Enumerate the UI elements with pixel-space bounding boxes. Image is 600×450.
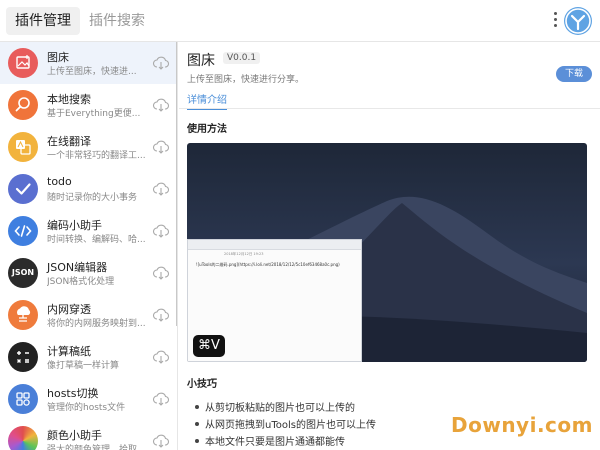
plugin-item-json-editor[interactable]: JSON JSON编辑器 JSON格式化处理	[0, 252, 177, 294]
translate-icon	[8, 132, 38, 162]
cloud-download-icon[interactable]	[152, 306, 170, 324]
tab-plugin-management[interactable]: 插件管理	[6, 7, 80, 35]
plugin-item-todo[interactable]: todo 随时记录你的大小事务	[0, 168, 177, 210]
plugin-title: 编码小助手	[47, 219, 102, 232]
paste-shortcut-badge: ⌘V	[193, 335, 225, 357]
watermark: Downyi.com	[451, 413, 593, 437]
app-logo-icon[interactable]	[564, 7, 592, 35]
plugin-subtitle: 随时记录你的大小事务	[47, 193, 138, 203]
plugin-title: 在线翻译	[47, 135, 91, 148]
sidebar-scrollbar[interactable]	[176, 42, 177, 326]
usage-heading: 使用方法	[187, 124, 227, 135]
plugin-title: JSON编辑器	[47, 261, 108, 274]
cloud-download-icon[interactable]	[152, 96, 170, 114]
plugin-title: 本地搜索	[47, 93, 91, 106]
plugin-item-image-host[interactable]: 图床 上传至图床，快速进...	[0, 42, 177, 84]
tip-item: 本地文件只要是图片通通都能传	[195, 433, 376, 450]
plugin-item-local-search[interactable]: 本地搜索 基于Everything更便...	[0, 84, 177, 126]
cloud-download-icon[interactable]	[152, 222, 170, 240]
plugin-subtitle: 强大的颜色管理，拾取...	[47, 445, 146, 450]
plugin-title: 内网穿透	[47, 303, 91, 316]
plugin-subtitle: JSON格式化处理	[47, 277, 115, 287]
plugin-item-hosts-switch[interactable]: hosts切换 管理你的hosts文件	[0, 378, 177, 420]
cloud-download-icon[interactable]	[152, 348, 170, 366]
editor-url-text: ![uTools的二维码.png](https://i.loli.net/201…	[196, 262, 340, 267]
top-bar: 插件管理 插件搜索	[0, 0, 600, 42]
editor-toolbar	[188, 240, 361, 250]
cloud-download-icon[interactable]	[152, 432, 170, 450]
tab-plugin-search[interactable]: 插件搜索	[80, 7, 154, 35]
plugin-subtitle: 管理你的hosts文件	[47, 403, 126, 413]
plugin-title: 计算稿纸	[47, 345, 91, 358]
plugin-subtitle: 时间转换、编解码、哈...	[47, 235, 146, 245]
check-icon	[8, 174, 38, 204]
plugin-subtitle: 像打草稿一样计算	[47, 361, 120, 371]
plugin-detail-description: 上传至图床，快速进行分享。	[187, 75, 305, 85]
cloud-download-icon[interactable]	[152, 180, 170, 198]
calculator-icon	[8, 342, 38, 372]
usage-screenshot: 2018年12月12日 19:23 ![uTools的二维码.png](http…	[187, 143, 587, 362]
cloud-download-icon[interactable]	[152, 54, 170, 72]
plugin-detail: 图床 V0.0.1 上传至图床，快速进行分享。 下载 详情介绍 使用方法 201…	[179, 42, 600, 450]
plugin-item-intranet-tunnel[interactable]: 内网穿透 将你的内网服务映射到...	[0, 294, 177, 336]
plugin-item-code-helper[interactable]: 编码小助手 时间转换、编解码、哈...	[0, 210, 177, 252]
plugin-title: 颜色小助手	[47, 429, 102, 442]
plugin-subtitle: 基于Everything更便...	[47, 109, 141, 119]
divider	[179, 108, 600, 109]
tips-list: 从剪切板粘贴的图片也可以上传的 从网页拖拽到uTools的图片也可以上传 本地文…	[195, 399, 376, 450]
editor-timestamp: 2018年12月12日 19:23	[224, 252, 264, 256]
download-button[interactable]: 下载	[556, 66, 592, 82]
cloud-download-icon[interactable]	[152, 264, 170, 282]
plugin-subtitle: 将你的内网服务映射到...	[47, 319, 146, 329]
color-wheel-icon	[8, 426, 38, 450]
plugin-title: hosts切换	[47, 387, 99, 400]
network-icon	[8, 300, 38, 330]
cloud-download-icon[interactable]	[152, 390, 170, 408]
plugin-list: 图床 上传至图床，快速进... 本地搜索 基于Everything更便... 在…	[0, 42, 178, 450]
json-icon: JSON	[8, 258, 38, 288]
plugin-detail-title: 图床	[187, 53, 215, 69]
version-badge: V0.0.1	[223, 52, 261, 64]
tip-item: 从剪切板粘贴的图片也可以上传的	[195, 399, 376, 416]
plugin-title: todo	[47, 175, 72, 188]
more-menu-icon[interactable]	[552, 12, 558, 30]
hosts-icon	[8, 384, 38, 414]
cloud-download-icon[interactable]	[152, 138, 170, 156]
tip-item: 从网页拖拽到uTools的图片也可以上传	[195, 416, 376, 433]
search-icon	[8, 90, 38, 120]
plugin-item-calc-paper[interactable]: 计算稿纸 像打草稿一样计算	[0, 336, 177, 378]
tips-heading: 小技巧	[187, 379, 217, 390]
plugin-subtitle: 一个非常轻巧的翻译工...	[47, 151, 146, 161]
plugin-title: 图床	[47, 51, 69, 64]
code-icon	[8, 216, 38, 246]
plugin-item-color-helper[interactable]: 颜色小助手 强大的颜色管理，拾取...	[0, 420, 177, 450]
plugin-item-online-translate[interactable]: 在线翻译 一个非常轻巧的翻译工...	[0, 126, 177, 168]
image-upload-icon	[8, 48, 38, 78]
plugin-subtitle: 上传至图床，快速进...	[47, 67, 137, 77]
